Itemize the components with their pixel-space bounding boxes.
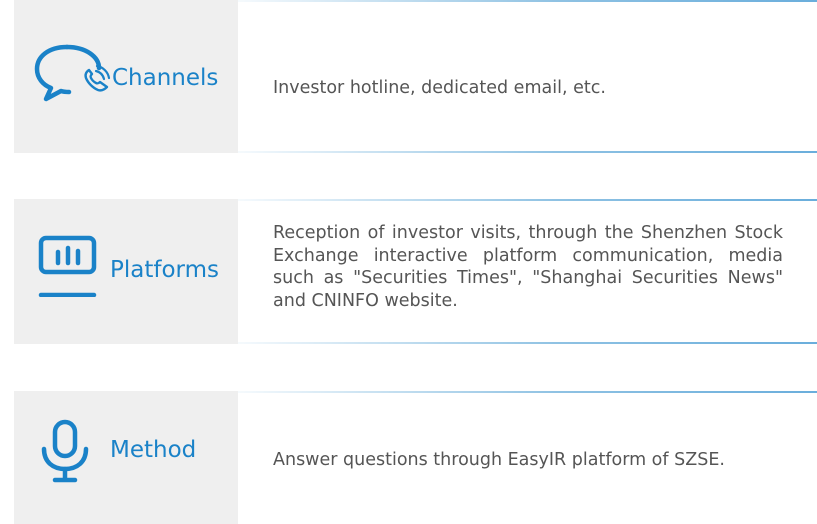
method-title: Method [110,437,197,463]
platforms-panel: Platforms [14,199,238,344]
channels-title: Channels [112,65,219,91]
divider-bottom [238,342,817,344]
method-row: Method Answer questions through EasyIR p… [0,391,817,524]
platforms-title: Platforms [110,257,219,283]
channels-panel: Channels [14,0,238,153]
channels-description: Investor hotline, dedicated email, etc. [273,78,606,98]
divider-top [238,0,817,2]
divider-bottom [238,151,817,153]
platforms-description: Reception of investor visits, through th… [273,223,783,311]
divider-top [238,199,817,201]
divider-top [238,391,817,393]
monitor-bar-chart-icon [38,235,97,297]
microphone-icon [41,419,89,483]
platforms-row: Platforms Reception of investor visits, … [0,199,817,344]
channels-row: Channels Investor hotline, dedicated ema… [0,0,817,153]
method-panel: Method [14,391,238,524]
method-description: Answer questions through EasyIR platform… [273,450,725,470]
